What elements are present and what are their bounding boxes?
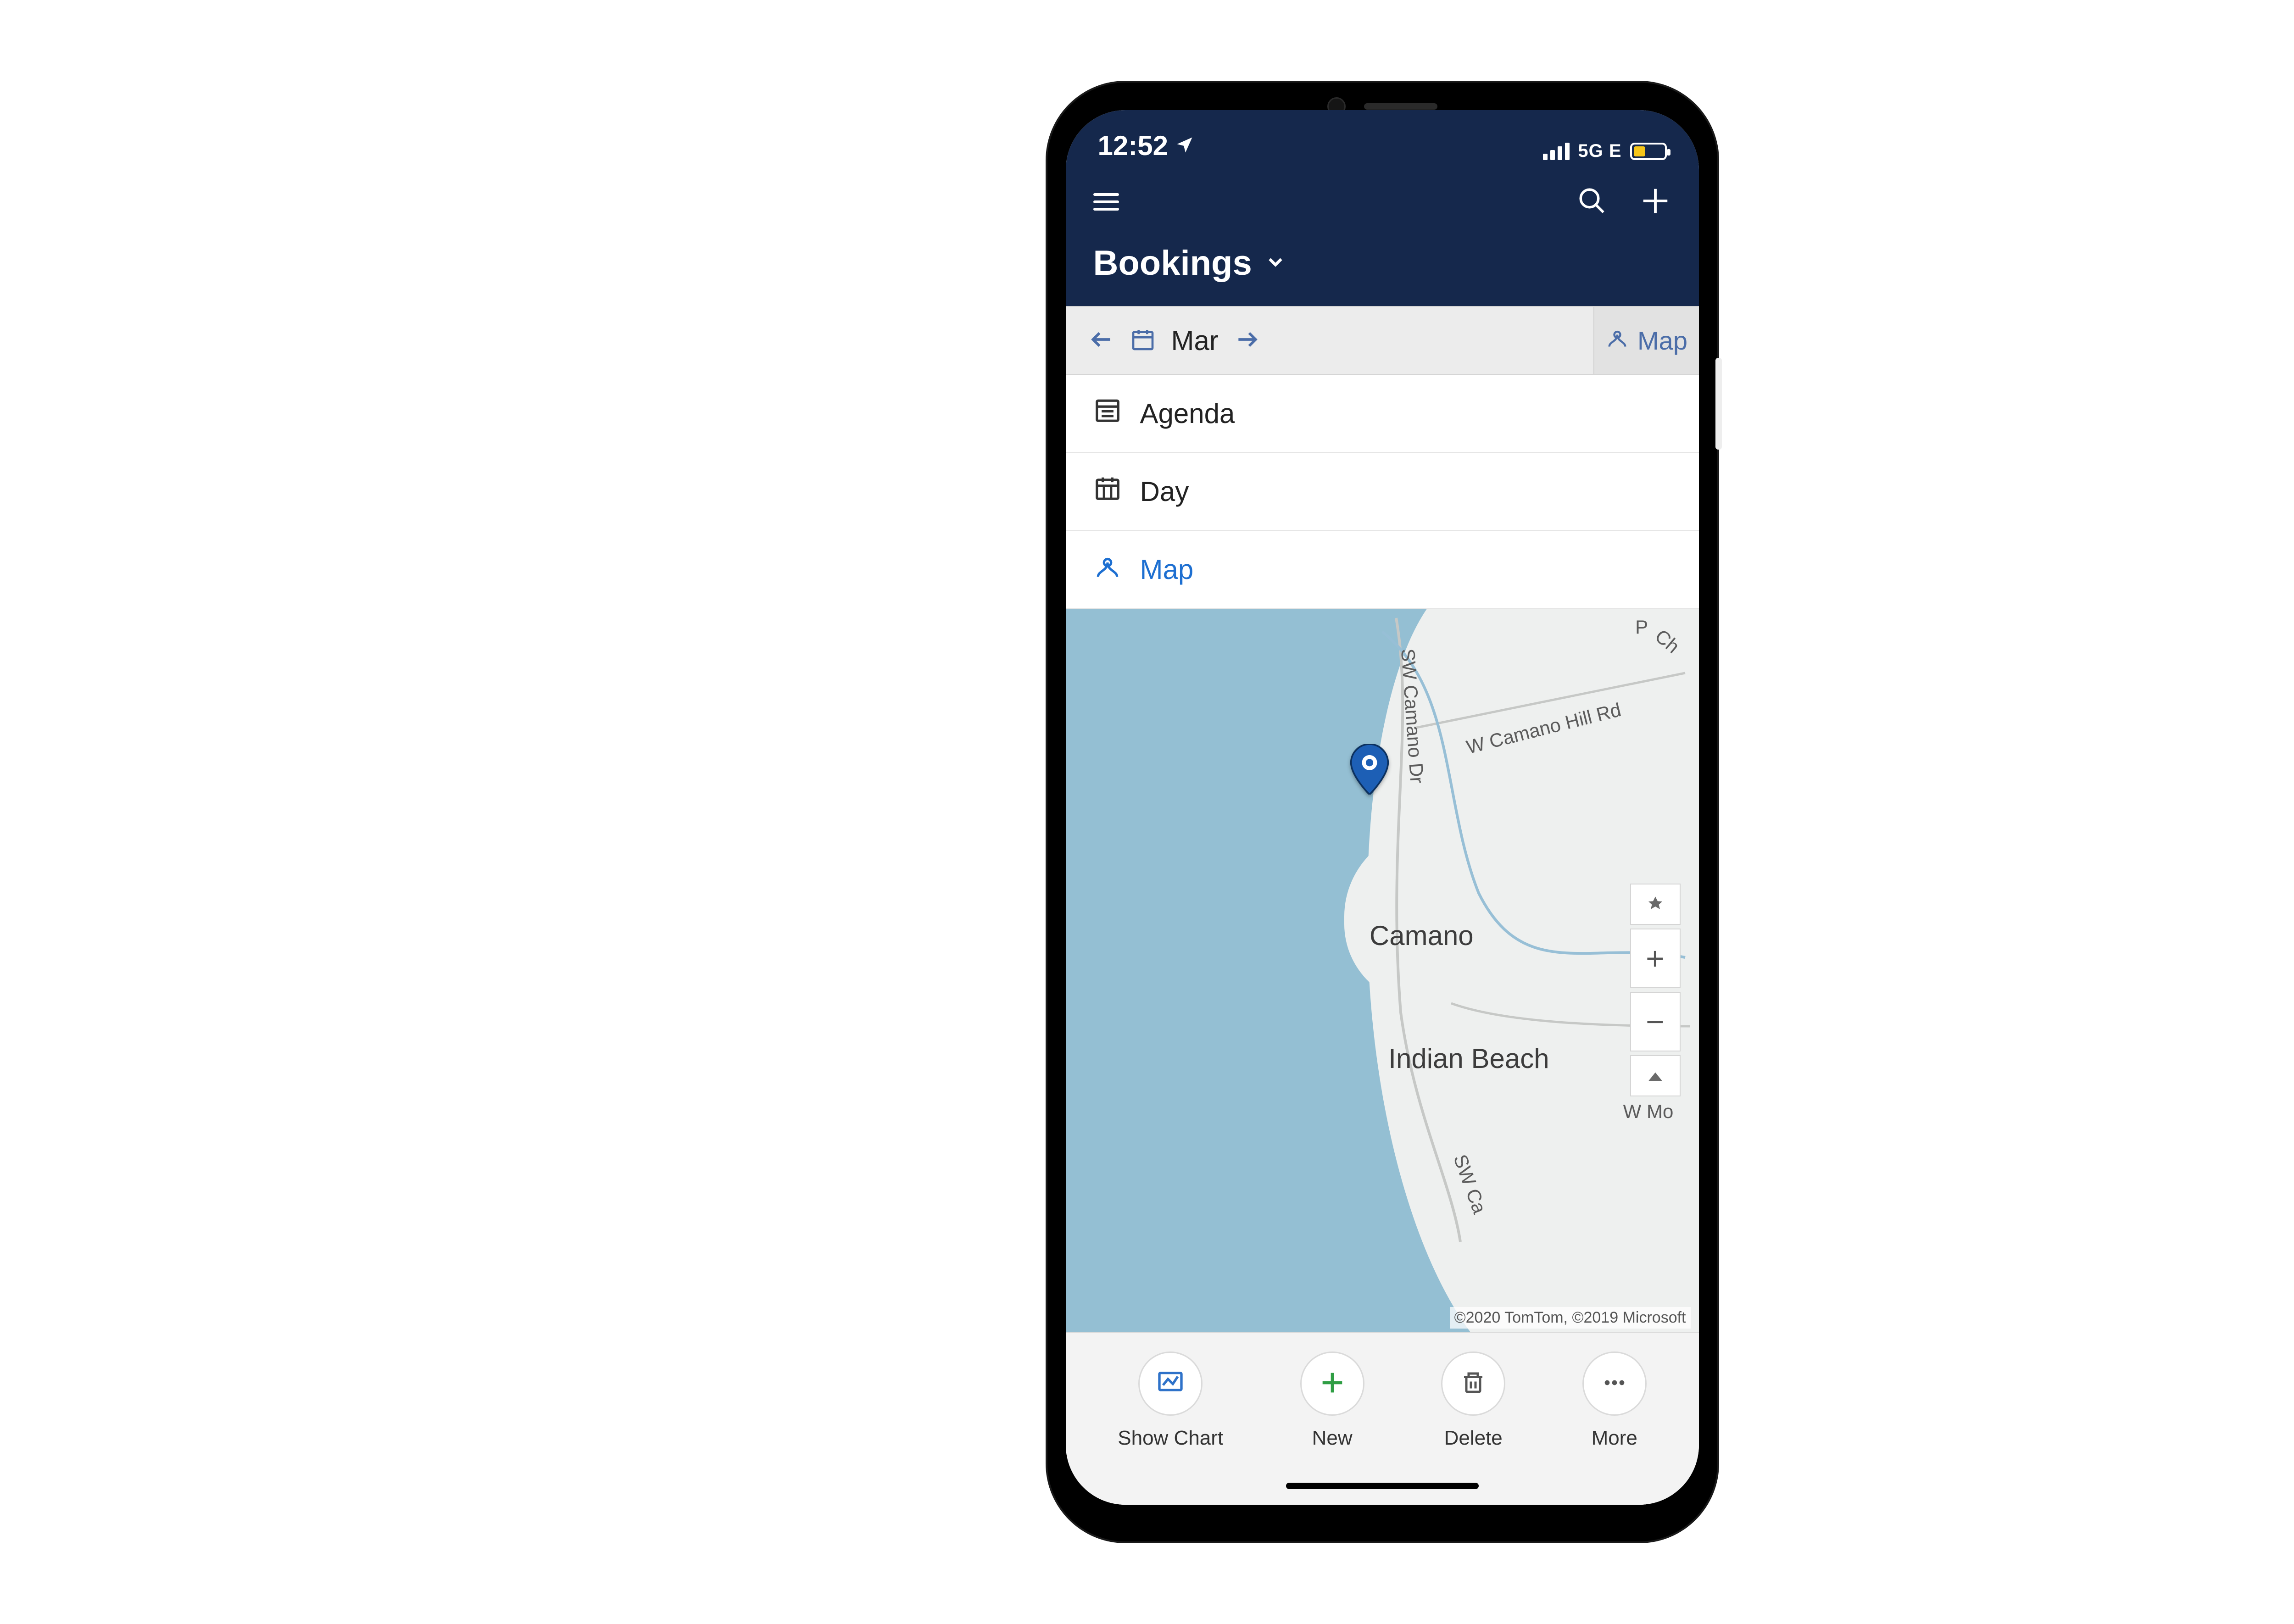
view-option-label: Agenda [1140, 398, 1235, 429]
current-month[interactable]: Mar [1171, 325, 1219, 356]
home-indicator[interactable] [1286, 1483, 1479, 1489]
agenda-icon [1093, 396, 1122, 431]
map-controls: + − [1630, 884, 1681, 1096]
view-selector[interactable]: Bookings [1066, 234, 1699, 306]
menu-button[interactable] [1093, 193, 1119, 211]
page-title: Bookings [1093, 243, 1252, 283]
map-zoom-in-button[interactable]: + [1630, 929, 1681, 988]
map-toggle[interactable]: Map [1593, 307, 1699, 374]
view-option-map[interactable]: Map [1066, 531, 1699, 609]
next-month-button[interactable] [1234, 327, 1260, 355]
map-zoom-out-button[interactable]: − [1630, 992, 1681, 1051]
status-time: 12:52 [1098, 130, 1168, 161]
battery-icon [1630, 143, 1667, 160]
view-dropdown: Agenda Day Map [1066, 375, 1699, 609]
map-marker[interactable] [1349, 744, 1390, 797]
more-button[interactable]: More [1582, 1351, 1647, 1450]
screen: 12:52 5G E [1066, 110, 1699, 1505]
view-option-label: Day [1140, 476, 1189, 507]
day-icon [1093, 474, 1122, 509]
bottom-label: More [1592, 1427, 1637, 1450]
map-attribution: ©2020 TomTom, ©2019 Microsoft [1450, 1307, 1691, 1329]
more-icon [1600, 1368, 1629, 1400]
bottom-label: Show Chart [1118, 1427, 1223, 1450]
new-button[interactable]: New [1300, 1351, 1364, 1450]
view-option-label: Map [1140, 554, 1194, 585]
chevron-down-icon [1264, 250, 1287, 276]
map-tilt-button[interactable] [1630, 1055, 1681, 1096]
map-locate-button[interactable] [1630, 884, 1681, 925]
network-label: 5G E [1578, 141, 1621, 161]
bottom-label: New [1312, 1427, 1353, 1450]
chart-icon [1156, 1368, 1185, 1400]
view-option-day[interactable]: Day [1066, 453, 1699, 531]
phone-side-button [1715, 358, 1722, 450]
map-canvas[interactable]: SW Camano Dr W Camano Hill Rd Ch P Caman… [1066, 609, 1699, 1332]
add-button[interactable] [1639, 185, 1671, 219]
plus-icon [1318, 1368, 1347, 1400]
prev-month-button[interactable] [1089, 327, 1114, 355]
phone-frame: 12:52 5G E [1047, 83, 1717, 1541]
map-road-label: W Mo [1623, 1101, 1674, 1123]
map-pin-icon [1605, 326, 1629, 356]
location-services-icon [1175, 130, 1195, 161]
map-place-label: Indian Beach [1388, 1043, 1549, 1074]
map-toggle-label: Map [1637, 326, 1687, 356]
map-pin-icon [1093, 552, 1122, 587]
map-road-label: P [1635, 616, 1648, 638]
calendar-icon [1130, 327, 1156, 355]
search-button[interactable] [1577, 186, 1607, 218]
date-toolbar: Mar Map [1066, 306, 1699, 375]
bottom-label: Delete [1444, 1427, 1503, 1450]
show-chart-button[interactable]: Show Chart [1118, 1351, 1223, 1450]
status-bar: 12:52 5G E [1066, 110, 1699, 170]
view-option-agenda[interactable]: Agenda [1066, 375, 1699, 453]
delete-button[interactable]: Delete [1441, 1351, 1505, 1450]
bottom-toolbar: Show Chart New Delete [1066, 1332, 1699, 1505]
map-place-label: Camano [1370, 920, 1474, 951]
signal-icon [1543, 143, 1570, 160]
trash-icon [1459, 1369, 1487, 1399]
app-bar [1066, 170, 1699, 234]
